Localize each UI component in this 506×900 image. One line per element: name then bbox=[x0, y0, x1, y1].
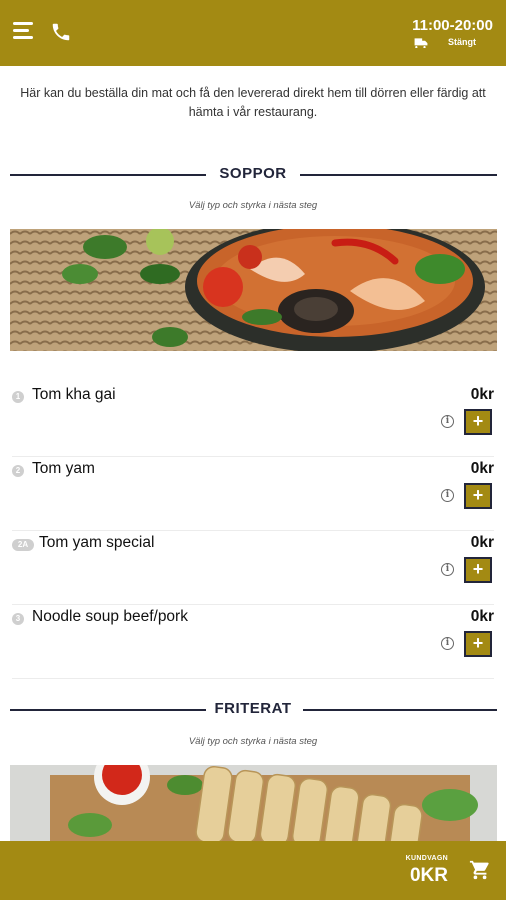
menu-item: 3 Noodle soup beef/pork 0kr i + bbox=[12, 604, 494, 679]
section-title: SOPPOR bbox=[219, 165, 287, 182]
info-icon[interactable]: i bbox=[441, 637, 454, 650]
cart-total: 0KR bbox=[409, 865, 448, 886]
info-icon[interactable]: i bbox=[441, 415, 454, 428]
item-price: 0kr bbox=[470, 386, 494, 403]
top-bar: 11:00-20:00 Stängt bbox=[0, 0, 506, 66]
cart-icon[interactable] bbox=[468, 859, 492, 881]
section-title: FRITERAT bbox=[214, 700, 292, 717]
item-name[interactable]: Tom yam bbox=[32, 460, 95, 478]
item-name[interactable]: Tom yam special bbox=[39, 534, 154, 552]
menu-icon[interactable] bbox=[13, 22, 35, 42]
soup-illustration bbox=[10, 229, 497, 351]
item-number-badge: 1 bbox=[12, 391, 24, 403]
item-number-badge: 2A bbox=[12, 539, 34, 551]
add-to-cart-button[interactable]: + bbox=[464, 409, 492, 435]
cart-label: KUNDVAGN bbox=[405, 855, 448, 862]
opening-hours: 11:00-20:00 bbox=[412, 17, 493, 34]
menu-item: 2A Tom yam special 0kr i + bbox=[12, 530, 494, 605]
item-name[interactable]: Noodle soup beef/pork bbox=[32, 608, 188, 626]
add-to-cart-button[interactable]: + bbox=[464, 631, 492, 657]
section-subtitle: Välj typ och styrka i nästa steg bbox=[188, 200, 318, 211]
truck-icon bbox=[414, 38, 428, 48]
item-name[interactable]: Tom kha gai bbox=[32, 386, 116, 404]
item-number-badge: 2 bbox=[12, 465, 24, 477]
soup-banner-image bbox=[10, 229, 497, 351]
menu-item: 1 Tom kha gai 0kr i + bbox=[12, 382, 494, 457]
cart-bar[interactable]: KUNDVAGN 0KR bbox=[0, 841, 506, 900]
spring-rolls-illustration bbox=[10, 765, 497, 841]
section-header-soppor: SOPPOR bbox=[0, 165, 506, 185]
info-icon[interactable]: i bbox=[441, 489, 454, 502]
info-icon[interactable]: i bbox=[441, 563, 454, 576]
store-status: Stängt bbox=[448, 37, 476, 47]
add-to-cart-button[interactable]: + bbox=[464, 483, 492, 509]
item-price: 0kr bbox=[470, 608, 494, 625]
item-price: 0kr bbox=[470, 460, 494, 477]
section-subtitle: Välj typ och styrka i nästa steg bbox=[188, 736, 318, 747]
spring-rolls-banner-image bbox=[10, 765, 497, 841]
intro-text: Här kan du beställa din mat och få den l… bbox=[20, 86, 486, 119]
item-number-badge: 3 bbox=[12, 613, 24, 625]
add-to-cart-button[interactable]: + bbox=[464, 557, 492, 583]
section-header-friterat: FRITERAT bbox=[0, 700, 506, 720]
menu-item: 2 Tom yam 0kr i + bbox=[12, 456, 494, 531]
item-price: 0kr bbox=[470, 534, 494, 551]
phone-icon[interactable] bbox=[50, 21, 72, 43]
